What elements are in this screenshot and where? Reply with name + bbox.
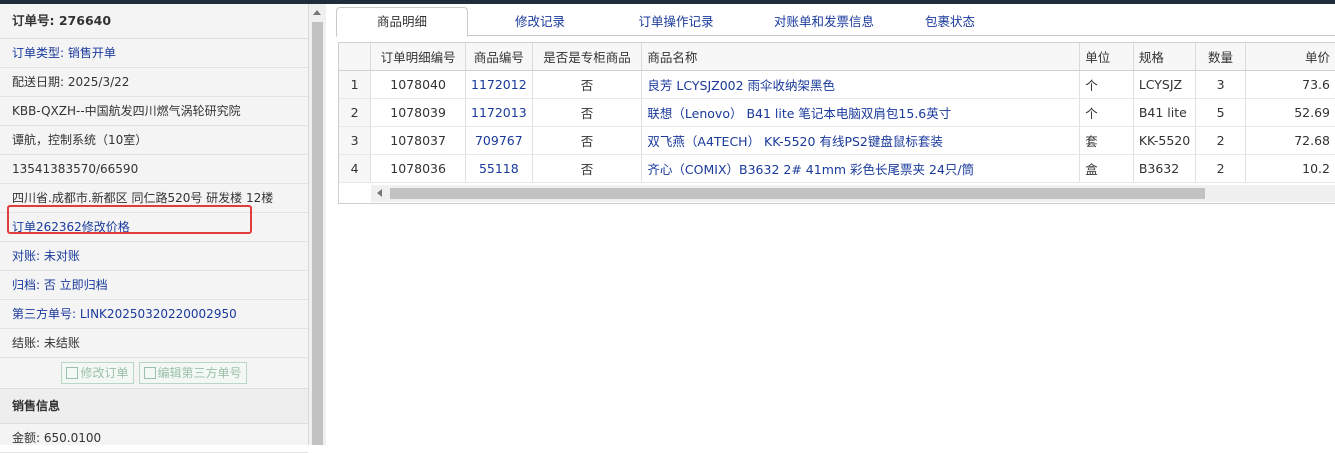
product-name-link[interactable]: 齐心（COMIX）B3632 2# 41mm 彩色长尾票夹 24只/筒 xyxy=(641,154,1081,183)
product-detail-grid: 订单明细编号 商品编号 是否是专柜商品 商品名称 单位 规格 数量 单价 1 1… xyxy=(338,42,1335,204)
product-id-link[interactable]: 55118 xyxy=(465,154,533,183)
third-party-order-number[interactable]: 第三方单号: LINK20250320220002950 xyxy=(0,300,308,329)
highlight-box xyxy=(7,205,252,234)
edit-third-party-label: 编辑第三方单号 xyxy=(157,366,242,380)
product-name-link[interactable]: 良芳 LCYSJZ002 雨伞收纳架黑色 xyxy=(641,70,1081,99)
table-row[interactable]: 3 1078037 709767 否 双飞燕（A4TECH） KK-5520 有… xyxy=(339,126,1335,155)
table-horizontal-scrollbar[interactable] xyxy=(371,185,1335,202)
detail-tabs: 商品明细 修改记录 订单操作记录 对账单和发票信息 包裹状态 xyxy=(336,6,1335,37)
unit-price: 52.69 xyxy=(1245,98,1335,127)
unit-price: 72.68 xyxy=(1245,126,1335,155)
unit: 个 xyxy=(1079,70,1134,99)
row-index: 4 xyxy=(339,154,372,183)
product-id-link[interactable]: 1172013 xyxy=(465,98,533,127)
settlement-status: 结账: 未结账 xyxy=(0,329,308,358)
header-product-name[interactable]: 商品名称 xyxy=(641,43,1081,71)
product-name-link[interactable]: 联想（Lenovo） B41 lite 笔记本电脑双肩包15.6英寸 xyxy=(641,98,1081,127)
left-panel-scrollbar[interactable] xyxy=(309,4,326,445)
tab-order-operation-history[interactable]: 订单操作记录 xyxy=(616,8,736,35)
counter-product: 否 xyxy=(532,126,643,155)
edit-order-button[interactable]: 修改订单 xyxy=(61,362,134,384)
scroll-left-arrow-icon[interactable] xyxy=(377,189,382,197)
header-spec[interactable]: 规格 xyxy=(1133,43,1197,71)
quantity: 2 xyxy=(1195,126,1246,155)
spec: LCYSJZ xyxy=(1133,70,1197,99)
unit: 套 xyxy=(1079,126,1134,155)
product-table: 订单明细编号 商品编号 是否是专柜商品 商品名称 单位 规格 数量 单价 1 1… xyxy=(339,43,1335,183)
detail-id: 1078037 xyxy=(370,126,466,155)
tab-modification-history[interactable]: 修改记录 xyxy=(496,8,584,35)
tab-product-details[interactable]: 商品明细 xyxy=(336,7,468,37)
spec: KK-5520 xyxy=(1133,126,1197,155)
horizontal-scrollbar-thumb[interactable] xyxy=(390,188,1205,199)
archive-status[interactable]: 归档: 否 立即归档 xyxy=(0,271,308,300)
table-row[interactable]: 4 1078036 55118 否 齐心（COMIX）B3632 2# 41mm… xyxy=(339,154,1335,183)
edit-icon xyxy=(66,367,79,379)
scroll-up-arrow-icon[interactable] xyxy=(313,10,321,15)
customer-name: KBB-QXZH--中国航发四川燃气涡轮研究院 xyxy=(0,97,308,126)
amount: 金额: 650.0100 xyxy=(0,424,308,453)
spec: B3632 xyxy=(1133,154,1197,183)
unit: 个 xyxy=(1079,98,1134,127)
order-number-title: 订单号: 276640 xyxy=(0,4,308,39)
row-index: 3 xyxy=(339,126,372,155)
header-unit[interactable]: 单位 xyxy=(1079,43,1134,71)
detail-id: 1078039 xyxy=(370,98,466,127)
counter-product: 否 xyxy=(532,70,643,99)
edit-third-party-button[interactable]: 编辑第三方单号 xyxy=(138,362,247,384)
quantity: 3 xyxy=(1195,70,1246,99)
counter-product: 否 xyxy=(532,98,643,127)
edit-order-label: 修改订单 xyxy=(80,366,129,380)
contact-phone: 13541383570/66590 xyxy=(0,155,308,184)
row-index: 1 xyxy=(339,70,372,99)
row-index: 2 xyxy=(339,98,372,127)
unit-price: 10.2 xyxy=(1245,154,1335,183)
reconciliation-status[interactable]: 对账: 未对账 xyxy=(0,242,308,271)
quantity: 2 xyxy=(1195,154,1246,183)
tab-package-status[interactable]: 包裹状态 xyxy=(906,8,994,35)
product-id-link[interactable]: 1172012 xyxy=(465,70,533,99)
product-name-link[interactable]: 双飞燕（A4TECH） KK-5520 有线PS2键盘鼠标套装 xyxy=(641,126,1081,155)
tab-statement-invoice[interactable]: 对账单和发票信息 xyxy=(748,8,900,35)
unit: 盒 xyxy=(1079,154,1134,183)
detail-id: 1078040 xyxy=(370,70,466,99)
unit-price: 73.6 xyxy=(1245,70,1335,99)
header-unit-price[interactable]: 单价 xyxy=(1245,43,1335,71)
table-row[interactable]: 2 1078039 1172013 否 联想（Lenovo） B41 lite … xyxy=(339,98,1335,127)
spec: B41 lite xyxy=(1133,98,1197,127)
table-row[interactable]: 1 1078040 1172012 否 良芳 LCYSJZ002 雨伞收纳架黑色… xyxy=(339,70,1335,99)
sales-info-header: 销售信息 xyxy=(0,389,308,424)
edit-icon xyxy=(143,367,156,379)
contact-person: 谭航，控制系统（10室） xyxy=(0,126,308,155)
order-action-buttons: 修改订单 编辑第三方单号 xyxy=(0,358,308,389)
scrollbar-thumb[interactable] xyxy=(312,22,323,445)
order-type[interactable]: 订单类型: 销售开单 xyxy=(0,39,308,68)
header-detail-id[interactable]: 订单明细编号 xyxy=(370,43,466,71)
header-counter-product[interactable]: 是否是专柜商品 xyxy=(532,43,643,71)
header-product-id[interactable]: 商品编号 xyxy=(465,43,533,71)
product-id-link[interactable]: 709767 xyxy=(465,126,533,155)
header-quantity[interactable]: 数量 xyxy=(1195,43,1246,71)
delivery-date: 配送日期: 2025/3/22 xyxy=(0,68,308,97)
header-index xyxy=(339,43,372,71)
quantity: 5 xyxy=(1195,98,1246,127)
table-header-row: 订单明细编号 商品编号 是否是专柜商品 商品名称 单位 规格 数量 单价 xyxy=(339,43,1335,71)
detail-id: 1078036 xyxy=(370,154,466,183)
counter-product: 否 xyxy=(532,154,643,183)
